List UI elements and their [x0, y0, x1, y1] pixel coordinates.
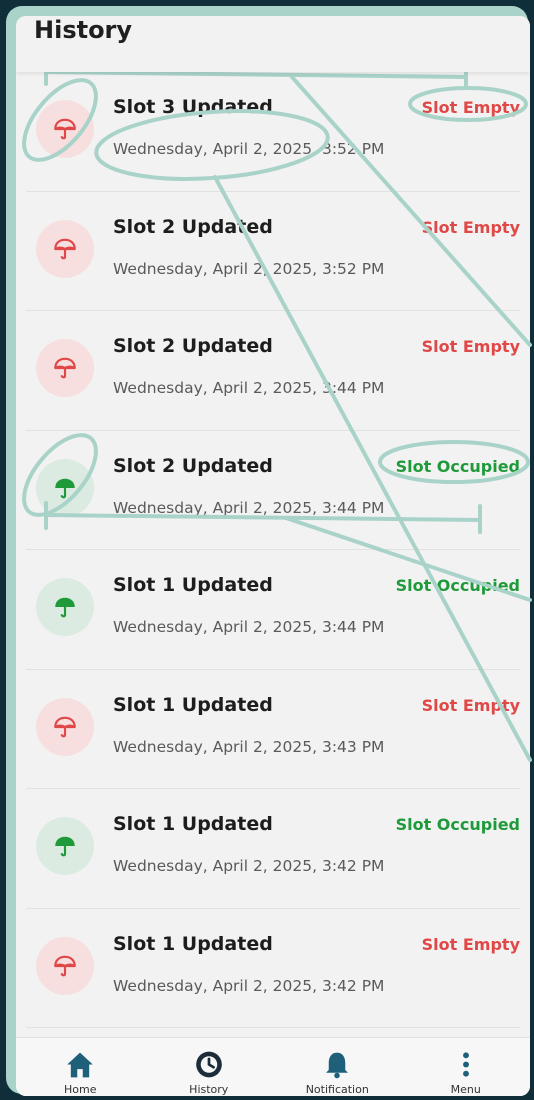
status-badge: Slot Occupied: [395, 815, 520, 834]
umbrella-outline-icon: [54, 118, 76, 140]
slot-timestamp: Wednesday, April 2, 2025, 3:52 PM: [113, 259, 385, 278]
slot-timestamp: Wednesday, April 2, 2025, 3:44 PM: [113, 618, 385, 636]
status-badge: Slot Empty: [421, 98, 520, 117]
slot-timestamp: Wednesday, April 2, 2025, 3:44 PM: [113, 379, 385, 397]
status-badge: Slot Empty: [421, 337, 520, 356]
history-item[interactable]: Slot 2 Updated Wednesday, April 2, 2025, …: [26, 431, 520, 550]
nav-home-label: Home: [64, 1083, 97, 1096]
slot-avatar: [36, 817, 94, 875]
more-vertical-icon: [462, 1052, 469, 1077]
status-badge: Slot Empty: [421, 695, 520, 715]
nav-menu[interactable]: Menu: [411, 1038, 521, 1096]
umbrella-outline-icon: [54, 716, 76, 737]
history-item[interactable]: Slot 2 Updated Wednesday, April 2, 2025, …: [26, 311, 520, 431]
history-item[interactable]: Slot 1 Updated Wednesday, April 2, 2025, …: [26, 789, 520, 909]
history-item[interactable]: Slot 2 Updated Wednesday, April 2, 2025, …: [26, 192, 520, 311]
bell-icon: [326, 1052, 349, 1079]
slot-avatar: [36, 100, 94, 158]
status-badge: Slot Occupied: [395, 456, 520, 476]
slot-timestamp: Wednesday, April 2, 2025, 3:42 PM: [113, 976, 385, 995]
nav-notification[interactable]: Notification: [282, 1038, 392, 1096]
slot-title: Slot 1 Updated: [113, 932, 273, 955]
history-icon: [195, 1051, 222, 1078]
nav-history[interactable]: History: [154, 1038, 264, 1096]
bottom-navigation: Home History Notification Menu: [16, 1037, 530, 1096]
status-badge: Slot Empty: [421, 217, 520, 237]
page-title: History: [34, 16, 133, 44]
slot-title: Slot 2 Updated: [113, 215, 273, 238]
nav-notification-label: Notification: [305, 1083, 369, 1096]
slot-avatar: [36, 697, 94, 756]
umbrella-outline-icon: [54, 955, 76, 976]
slot-timestamp: Wednesday, April 2, 2025, 3:52 PM: [113, 140, 385, 158]
slot-avatar: [36, 339, 94, 397]
slot-avatar: [36, 219, 94, 278]
history-item[interactable]: Slot 1 Updated Wednesday, April 2, 2025, …: [26, 550, 520, 670]
slot-title: Slot 2 Updated: [113, 454, 273, 477]
status-badge: Slot Empty: [421, 934, 520, 954]
slot-title: Slot 1 Updated: [113, 693, 273, 716]
nav-home[interactable]: Home: [25, 1038, 135, 1096]
slot-title: Slot 2 Updated: [113, 335, 273, 357]
slot-timestamp: Wednesday, April 2, 2025, 3:44 PM: [113, 498, 385, 517]
status-badge: Slot Occupied: [395, 576, 520, 595]
history-item[interactable]: Slot 1 Updated Wednesday, April 2, 2025, …: [26, 909, 520, 1028]
slot-avatar: [36, 458, 94, 517]
slot-timestamp: Wednesday, April 2, 2025, 3:43 PM: [113, 737, 385, 756]
device-frame: History Slot 3 Updated Wednesday, April 2…: [6, 6, 530, 1096]
umbrella-filled-icon: [55, 478, 75, 498]
slot-title: Slot 1 Updated: [113, 813, 273, 835]
nav-menu-label: Menu: [450, 1083, 481, 1096]
umbrella-filled-icon: [55, 597, 75, 618]
slot-title: Slot 1 Updated: [113, 574, 273, 596]
app-screen: History Slot 3 Updated Wednesday, April 2…: [16, 16, 530, 1096]
slot-title: Slot 3 Updated: [113, 96, 273, 118]
slot-avatar: [36, 936, 94, 995]
slot-timestamp: Wednesday, April 2, 2025, 3:42 PM: [113, 857, 385, 875]
umbrella-outline-icon: [54, 357, 76, 379]
home-icon: [67, 1052, 94, 1078]
history-item[interactable]: Slot 1 Updated Wednesday, April 2, 2025, …: [26, 670, 520, 789]
umbrella-filled-icon: [55, 836, 75, 857]
history-list: Slot 3 Updated Wednesday, April 2, 2025, …: [16, 72, 530, 1028]
nav-history-label: History: [189, 1083, 229, 1096]
umbrella-outline-icon: [54, 238, 76, 259]
slot-avatar: [36, 578, 94, 636]
history-item[interactable]: Slot 3 Updated Wednesday, April 2, 2025, …: [26, 72, 520, 192]
app-header: History: [16, 16, 530, 72]
